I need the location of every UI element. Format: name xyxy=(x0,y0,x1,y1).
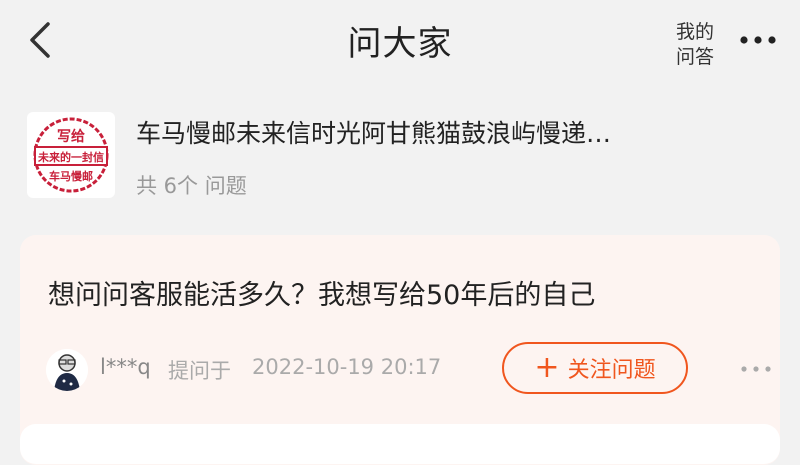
svg-text:车马慢邮: 车马慢邮 xyxy=(49,169,93,183)
next-question-card[interactable] xyxy=(20,424,780,464)
asker-row: l***q 提问于 2022-10-19 20:17 + 关注问题 xyxy=(46,342,771,395)
svg-text:未来的一封信: 未来的一封信 xyxy=(37,150,104,164)
more-button[interactable] xyxy=(738,30,782,50)
plus-icon: + xyxy=(534,350,560,385)
user-avatar-icon xyxy=(46,349,88,391)
product-logo: 写给 未来的一封信 车马慢邮 xyxy=(27,112,115,198)
more-dots-icon xyxy=(740,36,776,44)
card-more-button[interactable] xyxy=(738,359,774,379)
asked-timestamp: 2022-10-19 20:17 xyxy=(252,355,442,379)
svg-text:写给: 写给 xyxy=(57,128,85,145)
my-answers-line1: 我的 xyxy=(675,21,714,43)
my-answers-line2: 问答 xyxy=(675,46,714,68)
question-count: 共 6个 问题 xyxy=(136,174,247,198)
product-name: 车马慢邮未来信时光阿甘熊猫鼓浪屿慢递… xyxy=(136,119,612,148)
more-dots-icon xyxy=(741,366,771,372)
top-bar: 问大家 我的 问答 xyxy=(0,0,800,80)
asked-label: 提问于 xyxy=(168,359,231,383)
stamp-logo-icon: 写给 未来的一封信 车马慢邮 xyxy=(33,117,109,193)
follow-question-button[interactable]: + 关注问题 xyxy=(502,342,688,394)
my-answers-link[interactable]: 我的 问答 xyxy=(668,20,722,70)
product-summary[interactable]: 写给 未来的一封信 车马慢邮 车马慢邮未来信时光阿甘熊猫鼓浪屿慢递… 共 6个 … xyxy=(0,100,800,210)
follow-label: 关注问题 xyxy=(567,358,656,383)
asker-name: l***q xyxy=(100,355,151,379)
question-text: 想问问客服能活多久？我想写给50年后的自己 xyxy=(48,280,596,311)
avatar xyxy=(46,349,88,391)
